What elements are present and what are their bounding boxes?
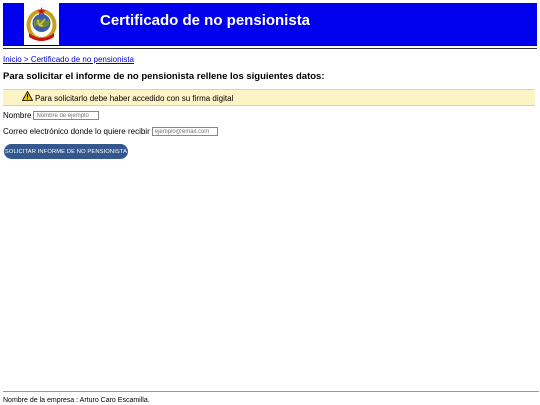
name-input[interactable] [33,111,100,120]
email-row: Correo electrónico donde lo quiere recib… [3,127,218,136]
warning-icon [21,90,34,106]
email-input[interactable] [151,127,218,136]
header-divider [3,48,537,49]
breadcrumb-separator[interactable]: > [22,55,31,64]
name-label: Nombre [3,111,32,120]
notice-text: Para solicitarlo debe haber accedido con… [35,94,234,103]
soviet-emblem-icon [24,3,59,45]
signature-notice: Para solicitarlo debe haber accedido con… [3,89,535,106]
request-report-button[interactable]: SOLICITAR INFORME DE NO PENSIONISTA [4,144,128,159]
breadcrumb: Inicio > Certificado de no pensionista [3,55,134,64]
page-header: Certificado de no pensionista [3,3,537,46]
breadcrumb-current-link[interactable]: Certificado de no pensionista [31,55,134,64]
breadcrumb-home-link[interactable]: Inicio [3,55,22,64]
form-heading: Para solicitar el informe de no pensioni… [3,71,325,82]
footer-divider [3,391,539,392]
email-label: Correo electrónico donde lo quiere recib… [3,127,150,136]
footer-text: Nombre de la empresa : Arturo Caro Escam… [3,397,150,404]
page-title: Certificado de no pensionista [100,12,311,29]
name-row: Nombre [3,111,100,120]
